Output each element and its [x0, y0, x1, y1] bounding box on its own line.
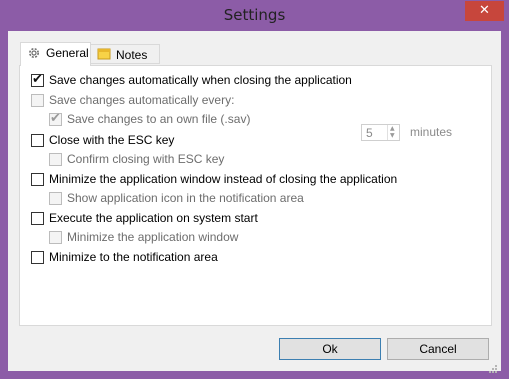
- close-icon: ✕: [479, 3, 490, 18]
- tab-notes[interactable]: Notes: [90, 44, 160, 64]
- tab-general[interactable]: General: [20, 42, 91, 66]
- show-tray-icon-checkbox[interactable]: [49, 192, 62, 205]
- spinner-arrows[interactable]: ▲ ▼: [387, 125, 399, 140]
- close-button[interactable]: ✕: [465, 1, 504, 21]
- resize-grip-icon[interactable]: [487, 358, 497, 373]
- minimize-window-checkbox[interactable]: [49, 231, 62, 244]
- show-tray-icon-label: Show application icon in the notificatio…: [67, 191, 304, 205]
- minimize-instead-label: Minimize the application window instead …: [49, 172, 398, 186]
- general-tab-panel: ✔ Save changes automatically when closin…: [19, 65, 492, 326]
- save-every-label: Save changes automatically every:: [49, 93, 235, 107]
- gear-icon: [27, 46, 41, 60]
- dialog-body: General Notes ✔ Save changes automatical…: [8, 31, 501, 373]
- settings-window: Settings ✕ General Notes ✔ Save changes …: [0, 0, 509, 379]
- title-bar[interactable]: Settings ✕: [0, 0, 509, 31]
- save-every-checkbox[interactable]: [31, 94, 44, 107]
- interval-value: 5: [366, 126, 373, 140]
- tab-general-label: General: [46, 46, 89, 60]
- notes-icon: [97, 47, 111, 61]
- cancel-button[interactable]: Cancel: [387, 338, 489, 360]
- own-file-checkbox[interactable]: ✔: [49, 110, 62, 126]
- minimize-tray-label: Minimize to the notification area: [49, 250, 218, 264]
- run-on-start-checkbox[interactable]: [31, 212, 44, 225]
- confirm-esc-label: Confirm closing with ESC key: [67, 152, 225, 166]
- run-on-start-label: Execute the application on system start: [49, 211, 258, 225]
- interval-spinner[interactable]: 5 ▲ ▼: [361, 124, 400, 141]
- minimize-window-label: Minimize the application window: [67, 230, 239, 244]
- own-file-label: Save changes to an own file (.sav): [67, 112, 251, 126]
- tab-notes-label: Notes: [116, 48, 148, 62]
- confirm-esc-checkbox[interactable]: [49, 153, 62, 166]
- save-on-close-checkbox[interactable]: ✔: [31, 71, 44, 87]
- esc-close-checkbox[interactable]: [31, 134, 44, 147]
- save-on-close-label: Save changes automatically when closing …: [49, 73, 352, 87]
- checkmark-icon: ✔: [50, 110, 61, 125]
- minimize-instead-checkbox[interactable]: [31, 173, 44, 186]
- spin-down-icon[interactable]: ▼: [390, 133, 395, 139]
- ok-button[interactable]: Ok: [279, 338, 381, 360]
- window-title: Settings: [223, 6, 286, 24]
- interval-unit: minutes: [410, 125, 453, 139]
- checkmark-icon: ✔: [32, 71, 43, 86]
- esc-close-label: Close with the ESC key: [49, 133, 175, 147]
- minimize-tray-checkbox[interactable]: [31, 251, 44, 264]
